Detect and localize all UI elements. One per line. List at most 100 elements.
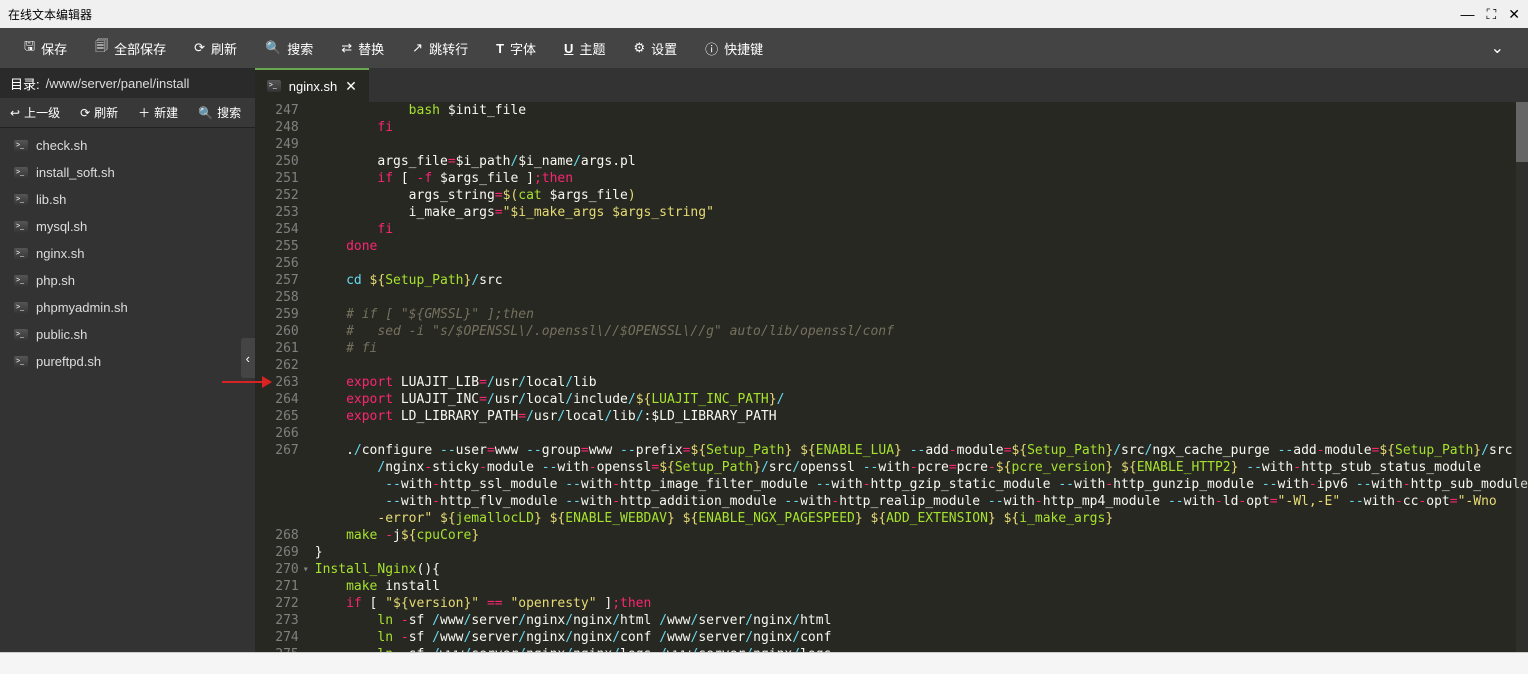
gutter-line: 248 <box>255 119 299 136</box>
code-line[interactable] <box>315 136 1528 153</box>
file-item[interactable]: nginx.sh <box>0 240 255 267</box>
code-line[interactable]: done <box>315 238 1528 255</box>
dir-path[interactable]: /www/server/panel/install <box>46 76 190 91</box>
theme-button[interactable]: U主题 <box>550 28 619 68</box>
dir-search-button[interactable]: 🔍搜索 <box>188 98 251 127</box>
refresh-icon: ⟳ <box>80 106 90 120</box>
goto-icon: ↗ <box>412 40 423 56</box>
tab-nginx-sh[interactable]: nginx.sh ✕ <box>255 68 369 102</box>
settings-button[interactable]: ⚙设置 <box>619 28 691 68</box>
gutter-line: 262 <box>255 357 299 374</box>
file-item[interactable]: public.sh <box>0 321 255 348</box>
code-line[interactable]: export LUAJIT_INC=/usr/local/include/${L… <box>315 391 1528 408</box>
file-item[interactable]: check.sh <box>0 132 255 159</box>
code-line[interactable] <box>315 289 1528 306</box>
code-line[interactable]: bash $init_file <box>315 102 1528 119</box>
gutter-line: 273 <box>255 612 299 629</box>
code-line[interactable]: ln -sf /www/server/nginx/nginx/logs /www… <box>315 646 1528 652</box>
file-item[interactable]: pureftpd.sh <box>0 348 255 375</box>
file-item[interactable]: phpmyadmin.sh <box>0 294 255 321</box>
file-name: pureftpd.sh <box>36 354 101 369</box>
refresh-icon: ⟳ <box>194 40 205 56</box>
code-line[interactable]: --with-http_flv_module --with-http_addit… <box>315 493 1528 510</box>
file-item[interactable]: lib.sh <box>0 186 255 213</box>
file-item[interactable]: install_soft.sh <box>0 159 255 186</box>
new-file-button[interactable]: ＋新建 <box>128 98 188 127</box>
code-line[interactable]: # sed -i "s/$OPENSSL\/.openssl\//$OPENSS… <box>315 323 1528 340</box>
save-all-button[interactable]: 🗐全部保存 <box>81 28 180 68</box>
sidebar: 目录: /www/server/panel/install ↩上一级 ⟳刷新 ＋… <box>0 68 255 652</box>
code-line[interactable]: make -j${cpuCore} <box>315 527 1528 544</box>
code-line[interactable]: i_make_args="$i_make_args $args_string" <box>315 204 1528 221</box>
terminal-icon <box>14 328 28 342</box>
replace-button[interactable]: ⇄替换 <box>327 28 398 68</box>
terminal-icon <box>14 274 28 288</box>
vertical-scrollbar[interactable] <box>1516 102 1528 652</box>
gutter-line: 268 <box>255 527 299 544</box>
file-list: check.sh install_soft.shlib.shmysql.shngi… <box>0 128 255 652</box>
terminal-icon <box>14 220 28 234</box>
file-item[interactable]: mysql.sh <box>0 213 255 240</box>
refresh-button[interactable]: ⟳刷新 <box>180 28 251 68</box>
expand-toolbar-button[interactable]: ⌄ <box>1477 38 1518 58</box>
save-all-icon: 🗐 <box>95 37 108 59</box>
goto-button[interactable]: ↗跳转行 <box>398 28 482 68</box>
tab-close-icon[interactable]: ✕ <box>345 78 357 95</box>
fold-marker-icon[interactable]: ▾ <box>303 561 309 578</box>
file-item[interactable]: php.sh <box>0 267 255 294</box>
code-line[interactable] <box>315 357 1528 374</box>
code-line[interactable]: # if [ "${GMSSL}" ];then <box>315 306 1528 323</box>
scrollbar-thumb[interactable] <box>1516 102 1528 162</box>
gutter-line: 265 <box>255 408 299 425</box>
code-line[interactable]: args_string=$(cat $args_file) <box>315 187 1528 204</box>
terminal-icon <box>14 301 28 315</box>
gutter-line: 272 <box>255 595 299 612</box>
search-icon: 🔍 <box>265 40 281 56</box>
terminal-icon <box>14 355 28 369</box>
up-level-button[interactable]: ↩上一级 <box>0 98 70 127</box>
gutter-line: 274 <box>255 629 299 646</box>
close-icon[interactable]: ✕ <box>1508 6 1520 23</box>
code-line[interactable]: if [ -f $args_file ];then <box>315 170 1528 187</box>
gutter-line: 252 <box>255 187 299 204</box>
toolbar: 🖫保存 🗐全部保存 ⟳刷新 🔍搜索 ⇄替换 ↗跳转行 T字体 U主题 ⚙设置 ⓘ… <box>0 28 1528 68</box>
code-line[interactable]: --with-http_ssl_module --with-http_image… <box>315 476 1528 493</box>
save-button[interactable]: 🖫保存 <box>10 28 81 68</box>
code-line[interactable]: /nginx-sticky-module --with-openssl=${Se… <box>315 459 1528 476</box>
file-name: check.sh <box>36 138 87 153</box>
code-line[interactable] <box>315 425 1528 442</box>
code-line[interactable]: make install <box>315 578 1528 595</box>
code-line[interactable]: # fi <box>315 340 1528 357</box>
gutter-line: 247 <box>255 102 299 119</box>
gutter-line: 266 <box>255 425 299 442</box>
code-editor[interactable]: 2472482492502512522532542552562572582592… <box>255 102 1528 652</box>
code-line[interactable]: ./configure --user=www --group=www --pre… <box>315 442 1528 459</box>
code-line[interactable]: ln -sf /www/server/nginx/nginx/conf /www… <box>315 629 1528 646</box>
minimize-icon[interactable]: — <box>1460 6 1474 23</box>
code-line[interactable]: Install_Nginx(){ <box>315 561 1528 578</box>
code-line[interactable]: if [ "${version}" == "openresty" ];then <box>315 595 1528 612</box>
code-line[interactable]: ln -sf /www/server/nginx/nginx/html /www… <box>315 612 1528 629</box>
collapse-sidebar-button[interactable]: ‹ <box>241 338 255 378</box>
font-button[interactable]: T字体 <box>482 28 550 68</box>
code-line[interactable]: } <box>315 544 1528 561</box>
code-line[interactable]: fi <box>315 221 1528 238</box>
maximize-icon[interactable]: ⛶ <box>1486 6 1496 23</box>
code-line[interactable]: cd ${Setup_Path}/src <box>315 272 1528 289</box>
search-button[interactable]: 🔍搜索 <box>251 28 327 68</box>
shortcuts-button[interactable]: ⓘ快捷键 <box>691 28 777 68</box>
code-line[interactable]: export LD_LIBRARY_PATH=/usr/local/lib/:$… <box>315 408 1528 425</box>
gutter-line: 270▾ <box>255 561 299 578</box>
code-line[interactable]: fi <box>315 119 1528 136</box>
file-name: public.sh <box>36 327 87 342</box>
code-line[interactable]: -error" ${jemallocLD} ${ENABLE_WEBDAV} $… <box>315 510 1528 527</box>
code-body[interactable]: bash $init_file fi args_file=$i_path/$i_… <box>311 102 1528 652</box>
code-line[interactable] <box>315 255 1528 272</box>
gutter-line: 260 <box>255 323 299 340</box>
dir-refresh-button[interactable]: ⟳刷新 <box>70 98 128 127</box>
code-line[interactable]: args_file=$i_path/$i_name/args.pl <box>315 153 1528 170</box>
replace-icon: ⇄ <box>341 40 352 56</box>
file-name: php.sh <box>36 273 75 288</box>
code-line[interactable]: export LUAJIT_LIB=/usr/local/lib <box>315 374 1528 391</box>
gutter-line <box>255 459 299 476</box>
